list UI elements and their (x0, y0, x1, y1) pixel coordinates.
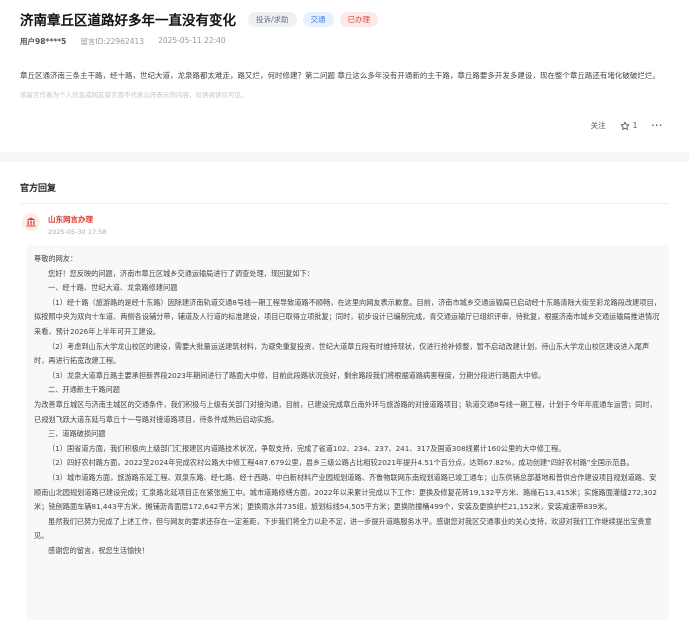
message-id: 留言ID:22962413 (80, 37, 145, 46)
official-reply-heading: 官方回复 (20, 184, 57, 194)
like-count: 1 (632, 121, 638, 130)
tag-domain[interactable]: 交通 (302, 11, 334, 27)
org-name: 山东网言办理 (48, 215, 93, 224)
reply-paragraph: （2）考虑到山东大学龙山校区的建设，需要大批量运送建筑材料，为避免重复投资，世纪… (34, 341, 650, 366)
reply-paragraph: （3）龙泉大道章丘路主要承担新界段2023年期间进行了路面大中修，目前此段路状况… (48, 370, 546, 380)
status-badge: 已办理 (339, 11, 379, 27)
reply-time: 2025-05-30 17:58 (48, 228, 107, 236)
reply-body: 尊敬的网友： 您好！您反映的问题，济南市章丘区城乡交通运输局进行了调查处理，现回… (26, 245, 669, 620)
official-reply-section: 官方回复 山东网言办理 2025-05-30 17:58 尊敬的网友： 您好！您… (0, 162, 689, 620)
reply-greeting: 尊敬的网友： (34, 254, 78, 263)
section-separator (0, 152, 689, 162)
author-name: 用户98****5 (20, 37, 67, 46)
tag-category[interactable]: 投诉/求助 (248, 11, 297, 27)
more-options-button[interactable]: ··· (651, 121, 663, 130)
reply-paragraph: 虽然我们已努力完成了上述工作，但与网友的要求还存在一定差距，下步我们将全力以赴不… (34, 516, 652, 541)
disclaimer-text: 该留言作者为个人信息或网友留言而不代表公开表示的内容，仅供阅读仅可见。 (20, 91, 248, 99)
post-meta: 用户98****5 留言ID:22962413 2025-05-11 22:40 (20, 36, 669, 47)
reply-paragraph: （2）四好农村路方面，2022至2024年完成农村公路大中修工程487.679公… (48, 458, 634, 468)
post-time: 2025-05-11 22:40 (158, 36, 226, 45)
org-info: 山东网言办理 2025-05-30 17:58 (0, 204, 689, 236)
reply-heading: 一、经十路、世纪大道、龙泉路修建问题 (48, 283, 178, 293)
reply-heading: 二、开通新主干路问题 (48, 385, 120, 395)
reply-paragraph: （3）城市道路方面，旅游路东延工程、双泉东路、经七路、经十西路、中白新材料产业园… (34, 472, 658, 512)
title-row: 济南章丘区道路好多年一直没有变化 投诉/求助 交通 已办理 (20, 8, 669, 30)
reply-paragraph: （1）经十路（旅游路的是经十东路）因除建济南轨道交通8号线一期工程导致道路不顺畅… (34, 297, 661, 336)
follow-button[interactable]: 关注 (591, 120, 606, 131)
like-button[interactable]: 1 (620, 121, 638, 131)
reply-paragraph: 您好！您反映的问题，济南市章丘区城乡交通运输局进行了调查处理，现回复如下： (48, 268, 314, 278)
page-title: 济南章丘区道路好多年一直没有变化 (20, 13, 236, 29)
post-header: 济南章丘区道路好多年一直没有变化 投诉/求助 交通 已办理 用户98****5 … (0, 0, 689, 99)
star-icon (620, 121, 630, 130)
reply-heading: 三、道路破损问题 (48, 429, 106, 439)
reply-closing: 感谢您的留言，祝您生活愉快！ (48, 545, 149, 555)
org-logo-icon (22, 213, 40, 231)
reply-paragraph: 为改善章丘城区与济南主城区的交通条件，我们积极与上级有关部门对接沟通，目前，已建… (34, 399, 657, 424)
post-actions: 关注 1 ··· (591, 120, 663, 131)
post-body: 章丘区通济南三条主干路，经十路，世纪大道，龙泉路都太难走，路又烂，何时修建？第二… (20, 71, 660, 80)
reply-paragraph: （1）国省道方面，我们积极向上级部门汇报建区内道路技术状况，争取支持，完成了省道… (48, 443, 566, 453)
